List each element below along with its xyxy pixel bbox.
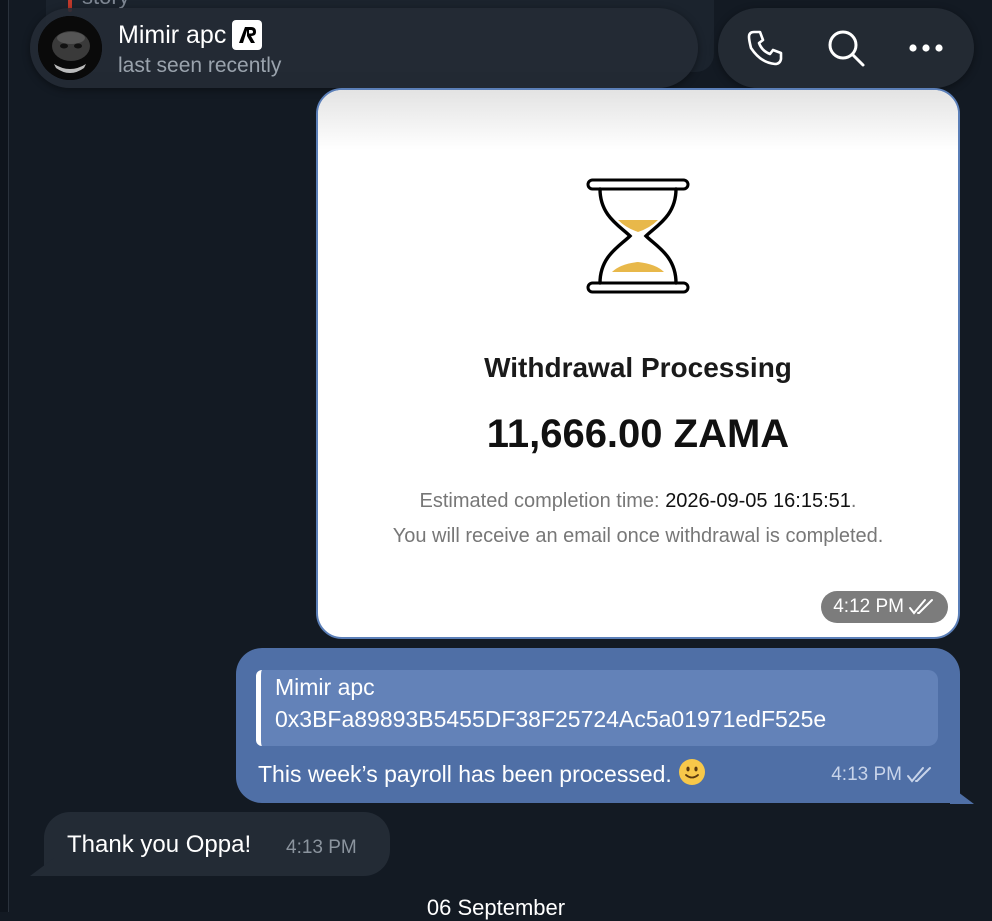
smiling-face-emoji-icon xyxy=(678,758,706,792)
message-time: 4:13 PM xyxy=(286,837,357,858)
withdrawal-title: Withdrawal Processing xyxy=(484,352,792,383)
message-text: This week’s payroll has been processed. xyxy=(258,761,672,787)
desc-line-2: You will receive an email once withdrawa… xyxy=(392,525,884,547)
search-icon xyxy=(828,30,865,67)
last-seen-status: last seen recently xyxy=(118,54,282,77)
search-button[interactable] xyxy=(824,26,868,70)
chat-header[interactable]: Mimir apc last seen recently xyxy=(30,8,698,88)
estimated-time: 2026-09-05 16:15:51 xyxy=(665,490,851,512)
quote-text: 0x3BFa89893B5455DF38F25724Ac5a01971edF52… xyxy=(275,706,827,732)
withdrawal-amount: 11,666.00 ZAMA xyxy=(486,412,790,456)
call-button[interactable] xyxy=(743,26,787,70)
message-text: Thank you Oppa! xyxy=(67,831,252,858)
message-time: 4:13 PM xyxy=(831,764,902,785)
image-message-time-badge: 4:12 PM xyxy=(821,591,948,623)
outgoing-time: 4:13 PM xyxy=(831,764,934,786)
incoming-message-bubble[interactable]: Thank you Oppa! 4:13 PM xyxy=(44,812,390,876)
double-check-icon xyxy=(907,767,931,783)
quoted-message[interactable]: Mimir apc 0x3BFa89893B5455DF38F25724Ac5a… xyxy=(256,670,938,746)
image-message-bubble[interactable]: Withdrawal Processing 11,666.00 ZAMA Est… xyxy=(316,88,960,639)
ellipsis-icon xyxy=(909,44,943,52)
ar-badge-icon xyxy=(232,20,263,50)
incoming-bubble-tail xyxy=(30,858,54,876)
message-time: 4:12 PM xyxy=(833,596,904,617)
desc-prefix: Estimated completion time: xyxy=(419,490,660,512)
withdrawal-description: Estimated completion time: 2026-09-05 16… xyxy=(358,484,918,554)
avatar[interactable] xyxy=(38,16,102,80)
more-button[interactable] xyxy=(904,26,948,70)
desc-suffix: . xyxy=(850,490,857,512)
contact-name: Mimir apc xyxy=(118,20,227,49)
quote-author: Mimir apc xyxy=(275,674,375,700)
hourglass-icon xyxy=(586,178,690,294)
date-separator: 06 September xyxy=(426,895,566,920)
outgoing-bubble-tail xyxy=(950,786,974,804)
double-check-icon xyxy=(909,599,933,615)
phone-icon xyxy=(747,30,783,66)
left-panel-edge xyxy=(0,0,9,912)
message-text-wrap: This week’s payroll has been processed. xyxy=(258,758,706,792)
header-actions xyxy=(718,8,974,88)
outgoing-message-bubble[interactable]: Mimir apc 0x3BFa89893B5455DF38F25724Ac5a… xyxy=(236,648,960,803)
